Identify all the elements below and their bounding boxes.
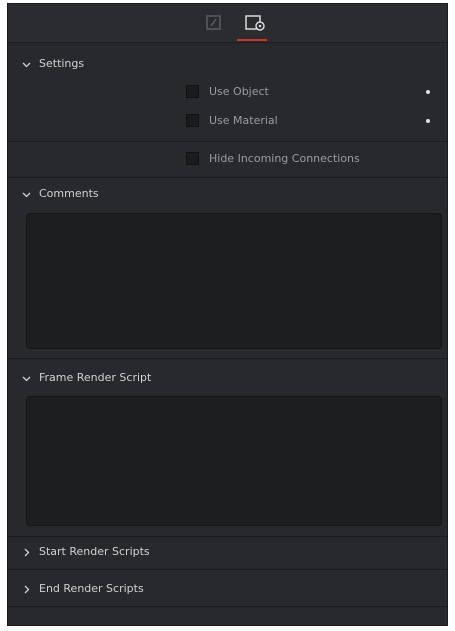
comments-header[interactable]: Comments	[22, 186, 99, 202]
use-object-checkbox[interactable]	[186, 84, 199, 98]
chevron-down-icon	[22, 376, 31, 381]
edit-tab-icon	[206, 15, 221, 30]
settings-header-label: Settings	[39, 57, 85, 70]
edit-tab[interactable]	[204, 13, 224, 33]
use-material-label: Use Material	[209, 113, 278, 127]
use-object-dot-icon[interactable]	[426, 90, 430, 94]
divider	[8, 141, 447, 142]
divider	[8, 536, 447, 537]
settings-tab-icon	[245, 15, 265, 31]
frame-render-script-textarea[interactable]	[26, 396, 442, 526]
start-render-scripts-header[interactable]: Start Render Scripts	[22, 544, 150, 560]
divider	[8, 606, 447, 607]
inspector-panel: Settings Use Object Use Material Hide In…	[7, 3, 448, 626]
frame-render-script-label: Frame Render Script	[39, 371, 152, 384]
active-tab-indicator	[237, 39, 267, 41]
end-render-scripts-label: End Render Scripts	[39, 582, 144, 595]
use-material-dot-icon[interactable]	[426, 119, 430, 123]
end-render-scripts-header[interactable]: End Render Scripts	[22, 581, 144, 597]
comments-header-label: Comments	[39, 187, 99, 200]
use-material-row[interactable]: Use Material	[186, 112, 278, 128]
divider	[8, 177, 447, 178]
hide-incoming-checkbox[interactable]	[186, 151, 199, 165]
frame-render-script-header[interactable]: Frame Render Script	[22, 370, 151, 386]
hide-incoming-label: Hide Incoming Connections	[209, 151, 360, 165]
divider	[8, 358, 447, 359]
hide-incoming-row[interactable]: Hide Incoming Connections	[186, 150, 360, 166]
start-render-scripts-label: Start Render Scripts	[39, 545, 150, 558]
use-object-row[interactable]: Use Object	[186, 83, 269, 99]
chevron-down-icon	[22, 62, 31, 67]
use-material-checkbox[interactable]	[186, 113, 199, 127]
settings-header[interactable]: Settings	[22, 56, 84, 72]
chevron-right-icon	[24, 585, 30, 593]
chevron-right-icon	[24, 548, 30, 556]
comments-textarea[interactable]	[26, 213, 442, 349]
use-object-label: Use Object	[209, 84, 269, 98]
divider	[8, 569, 447, 570]
tab-bar	[8, 4, 447, 43]
settings-tab[interactable]	[244, 13, 265, 33]
chevron-down-icon	[22, 192, 31, 197]
